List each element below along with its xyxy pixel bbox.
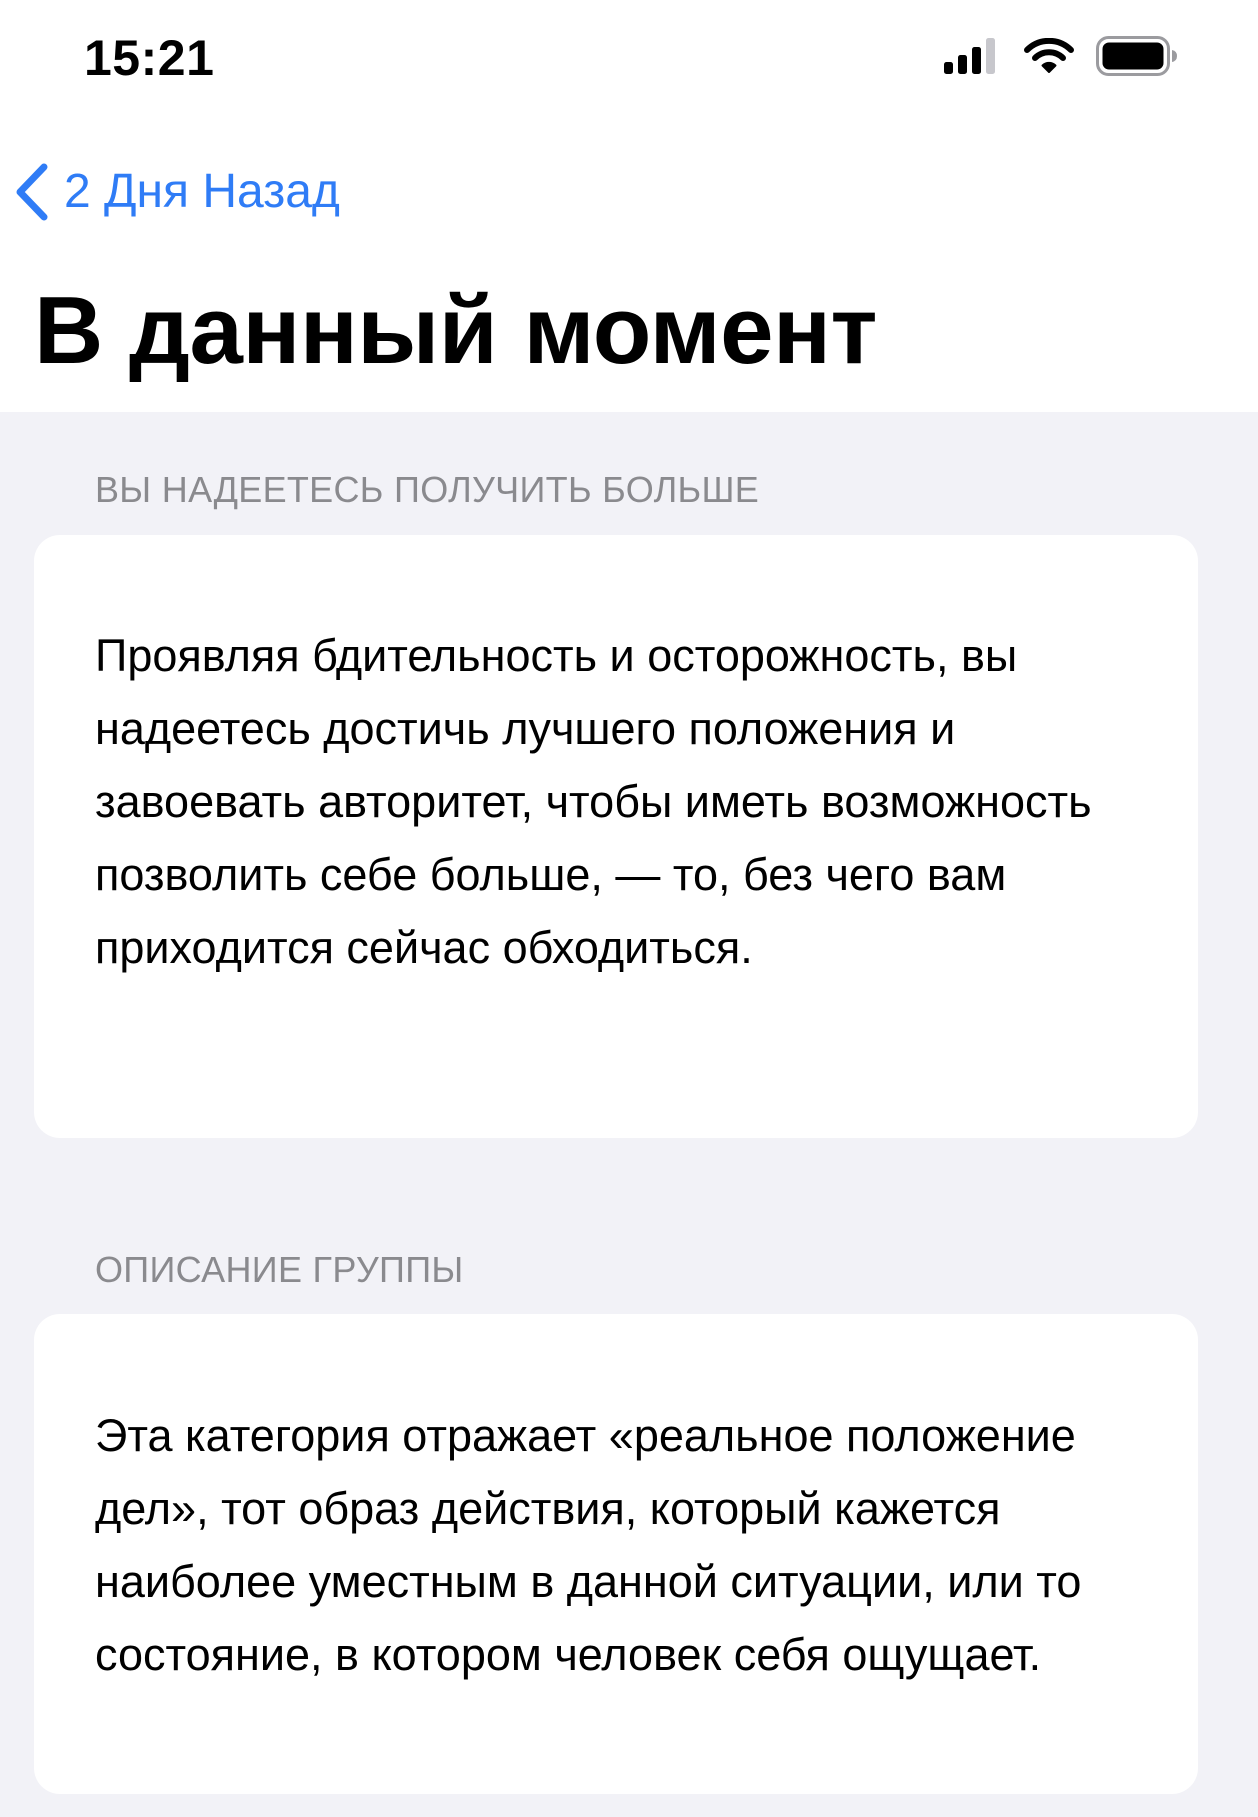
cellular-signal-icon bbox=[944, 37, 1002, 79]
status-time: 15:21 bbox=[84, 30, 215, 86]
section-header-hope: ВЫ НАДЕЕТЕСЬ ПОЛУЧИТЬ БОЛЬШЕ bbox=[95, 469, 760, 510]
card-group-description: Эта категория отражает «реальное положен… bbox=[34, 1314, 1198, 1794]
back-button-label: 2 Дня Назад bbox=[64, 165, 340, 218]
card-hope: Проявляя бдительность и осторожность, вы… bbox=[34, 535, 1198, 1138]
battery-icon bbox=[1096, 35, 1178, 81]
back-button[interactable]: 2 Дня Назад bbox=[12, 160, 340, 224]
section-header-group-description: ОПИСАНИЕ ГРУППЫ bbox=[95, 1249, 464, 1290]
card-group-description-text: Эта категория отражает «реальное положен… bbox=[95, 1410, 1082, 1680]
navigation-area: 15:21 2 Дня Назад В данный момент bbox=[0, 0, 1258, 412]
page-title: В данный момент bbox=[34, 277, 878, 384]
wifi-icon bbox=[1024, 37, 1074, 79]
chevron-left-icon bbox=[12, 162, 50, 222]
status-icons bbox=[944, 35, 1178, 81]
card-hope-text: Проявляя бдительность и осторожность, вы… bbox=[95, 630, 1092, 973]
